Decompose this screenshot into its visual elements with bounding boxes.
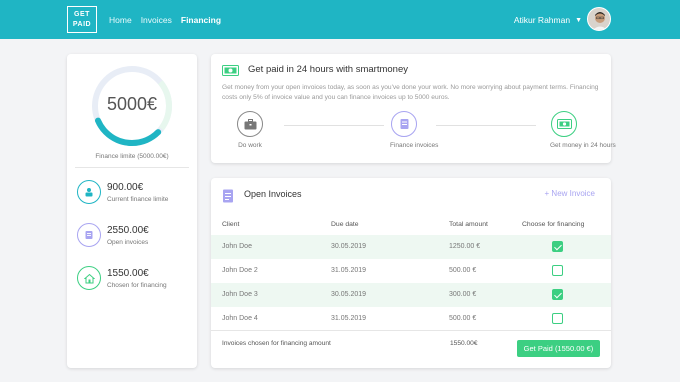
table-row[interactable]: John Doe 3 30.05.2019 300.00 € [211, 283, 611, 307]
stat-icon-circle [77, 223, 101, 247]
finance-checkbox[interactable] [552, 289, 563, 300]
cell-due-date: 31.05.2019 [331, 267, 367, 274]
column-header-client: Client [222, 221, 240, 228]
stat-open-invoices: 2550.00€ Open invoices [77, 223, 149, 247]
step-icon-circle [237, 111, 263, 137]
stat-chosen-financing: 1550.00€ Chosen for financing [77, 266, 167, 290]
briefcase-icon [244, 118, 256, 129]
financing-amount-label: Invoices chosen for financing amount [222, 340, 331, 347]
promo-title: Get paid in 24 hours with smartmoney [248, 64, 408, 75]
step-label: Get money in 24 hours [550, 142, 616, 149]
invoice-icon [85, 231, 93, 239]
open-invoices-card: Open Invoices + New Invoice Client Due d… [211, 178, 611, 368]
avatar[interactable] [587, 7, 611, 31]
column-header-total-amount: Total amount [449, 221, 488, 228]
cell-client: John Doe 3 [222, 291, 258, 298]
get-paid-button[interactable]: Get Paid (1550.00 €) [517, 340, 600, 357]
cash-icon [556, 119, 572, 129]
financing-amount-value: 1550.00€ [450, 340, 478, 347]
step-connector [284, 125, 384, 126]
step-do-work: Do work [236, 111, 264, 149]
finance-checkbox[interactable] [552, 313, 563, 324]
main-nav: Home Invoices Financing [109, 15, 221, 25]
stat-label: Current finance limite [107, 195, 169, 203]
stat-value: 900.00€ [107, 181, 144, 193]
finance-limit-label: Finance limite (5000.00€) [95, 153, 169, 160]
table-row[interactable]: John Doe 4 31.05.2019 500.00 € [211, 307, 611, 331]
gauge-value: 5000€ [106, 94, 158, 114]
cash-icon [222, 65, 239, 76]
logo-text-line1: GET [74, 11, 90, 18]
finance-summary-card: 5000€ Finance limite (5000.00€) 900.00€ … [67, 54, 197, 368]
finance-checkbox[interactable] [552, 241, 563, 252]
stat-value: 2550.00€ [107, 224, 149, 236]
person-icon [85, 188, 93, 197]
smartmoney-promo-card: Get paid in 24 hours with smartmoney Get… [211, 54, 616, 163]
nav-financing[interactable]: Financing [181, 15, 221, 25]
divider [75, 167, 189, 168]
step-icon-circle [551, 111, 577, 137]
promo-description: Get money from your open invoices today,… [222, 84, 599, 101]
step-icon-circle [391, 111, 417, 137]
column-header-financing: Choose for financing [522, 221, 585, 228]
cell-amount: 1250.00 € [449, 243, 481, 250]
column-header-due-date: Due date [331, 221, 359, 228]
invoices-title: Open Invoices [244, 189, 302, 199]
step-connector [436, 125, 536, 126]
nav-home[interactable]: Home [109, 15, 132, 25]
stat-icon-circle [77, 266, 101, 290]
cell-client: John Doe [222, 243, 252, 250]
cell-due-date: 30.05.2019 [331, 291, 367, 298]
invoice-icon [400, 119, 408, 129]
cell-due-date: 31.05.2019 [331, 315, 367, 322]
step-label: Finance invoices [390, 142, 439, 149]
table-row[interactable]: John Doe 30.05.2019 1250.00 € [211, 235, 611, 259]
cell-amount: 300.00 € [449, 291, 477, 298]
cell-client: John Doe 2 [222, 267, 258, 274]
chevron-down-icon: ▼ [575, 16, 582, 24]
new-invoice-button[interactable]: + New Invoice [545, 189, 595, 198]
divider [211, 330, 611, 331]
home-icon [83, 273, 95, 283]
cell-due-date: 30.05.2019 [331, 243, 367, 250]
nav-invoices[interactable]: Invoices [141, 15, 172, 25]
finance-checkbox[interactable] [552, 265, 563, 276]
logo-text-line2: PAID [72, 21, 92, 28]
invoice-icon [223, 189, 233, 203]
step-finance-invoices: Finance invoices [390, 111, 439, 149]
stat-label: Open invoices [107, 238, 149, 246]
logo[interactable]: GET PAID [67, 6, 97, 33]
table-row[interactable]: John Doe 2 31.05.2019 500.00 € [211, 259, 611, 283]
stat-value: 1550.00€ [107, 267, 149, 279]
step-get-money: Get money in 24 hours [550, 111, 616, 149]
stat-current-limit: 900.00€ Current finance limite [77, 180, 168, 204]
cell-client: John Doe 4 [222, 315, 258, 322]
cell-amount: 500.00 € [449, 315, 477, 322]
stat-label: Chosen for financing [107, 281, 167, 289]
avatar-image [588, 8, 610, 30]
user-menu[interactable]: Atikur Rahman ▼ [514, 15, 582, 25]
stat-icon-circle [77, 180, 101, 204]
top-bar: GET PAID Home Invoices Financing Atikur … [0, 0, 680, 39]
step-label: Do work [238, 142, 262, 149]
user-name: Atikur Rahman [513, 15, 571, 25]
cell-amount: 500.00 € [449, 267, 477, 274]
